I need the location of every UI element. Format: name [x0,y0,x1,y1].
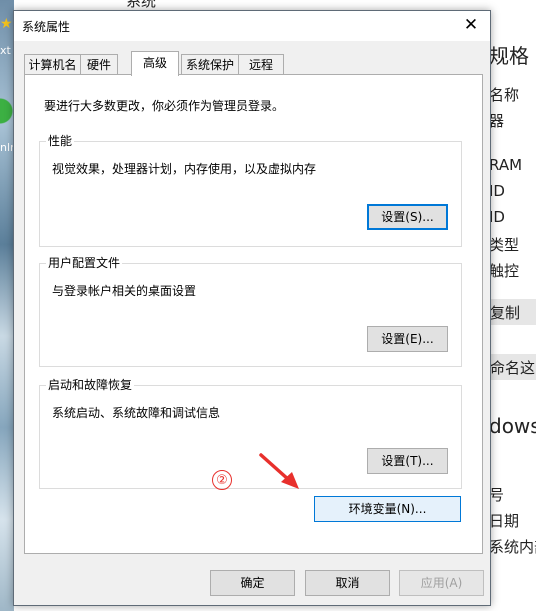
cancel-button[interactable]: 取消 [305,570,390,596]
close-icon[interactable]: ✕ [460,13,482,37]
user-profiles-settings-button[interactable]: 设置(E)... [367,326,448,352]
desktop-green-icon [0,92,14,130]
tab-hardware[interactable]: 硬件 [80,54,118,74]
bg-label: RAM [489,156,523,174]
performance-settings-button[interactable]: 设置(S)... [367,204,448,230]
advanced-tab-panel: 要进行大多数更改，你必须作为管理员登录。 性能 视觉效果，处理器计划，内存使用，… [24,74,483,554]
startup-recovery-group: 启动和故障恢复 系统启动、系统故障和调试信息 设置(T)... [39,378,462,489]
ok-button[interactable]: 确定 [210,570,295,596]
desktop-wallpaper-strip: ★ xt nln [0,0,17,611]
dialog-title: 系统属性 [22,20,71,34]
user-profiles-group: 用户配置文件 与登录帐户相关的桌面设置 设置(E)... [39,256,462,367]
bg-label: 器 [489,112,505,130]
startup-recovery-legend: 启动和故障恢复 [46,378,135,392]
bg-rename-button[interactable]: 命名这台 [488,354,536,380]
admin-notice: 要进行大多数更改，你必须作为管理员登录。 [44,99,285,113]
tab-remote[interactable]: 远程 [238,54,284,74]
user-profiles-description: 与登录帐户相关的桌面设置 [52,284,197,298]
tab-system-protection[interactable]: 系统保护 [181,54,239,74]
bg-label: 名称 [489,86,520,104]
bg-heading: 规格 [489,44,529,68]
apply-button[interactable]: 应用(A) [399,570,484,596]
red-arrow-icon [259,453,299,489]
performance-description: 视觉效果，处理器计划，内存使用，以及虚拟内存 [52,162,317,176]
performance-group: 性能 视觉效果，处理器计划，内存使用，以及虚拟内存 设置(S)... [39,134,462,247]
bg-label: ID [489,208,505,226]
tab-advanced[interactable]: 高级 [131,51,179,76]
startup-recovery-settings-button[interactable]: 设置(T)... [367,448,448,474]
startup-recovery-description: 系统启动、系统故障和调试信息 [52,406,221,420]
step-number-badge: ② [212,470,232,490]
star-icon: ★ [0,16,13,32]
bg-label: 号 [489,486,505,504]
bg-copy-button[interactable]: 复制 [488,299,536,325]
user-profiles-legend: 用户配置文件 [46,256,123,270]
bg-label: 系统内部 [489,538,536,556]
bg-label: ID [489,182,505,200]
system-properties-dialog: 系统属性 ✕ 计算机名 硬件 高级 系统保护 远程 要进行大多数更改，你必须作为… [13,10,491,606]
bg-label: 类型 [489,236,520,254]
bg-label: 日期 [489,512,520,530]
performance-legend: 性能 [46,134,75,148]
tab-computer-name[interactable]: 计算机名 [24,54,81,74]
dialog-titlebar[interactable]: 系统属性 ✕ [14,11,490,41]
bg-heading: dows [489,414,536,438]
bg-label: 触控 [489,262,520,280]
desktop-text-fragment: xt [0,44,11,57]
environment-variables-button[interactable]: 环境变量(N)... [314,496,461,522]
